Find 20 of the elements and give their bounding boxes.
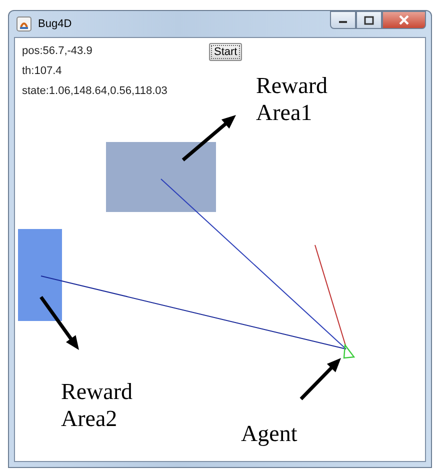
close-icon <box>398 15 410 25</box>
maximize-icon <box>364 16 374 24</box>
start-button[interactable]: Start <box>209 43 242 61</box>
close-button[interactable] <box>382 11 426 29</box>
minimize-button[interactable] <box>330 11 356 29</box>
app-icon <box>16 16 32 32</box>
annotation-label: Reward <box>256 72 328 99</box>
readout-text: th:107.4 <box>22 64 63 78</box>
agent-triangle <box>343 343 356 359</box>
arrow <box>182 115 236 162</box>
window-title: Bug4D <box>38 18 72 30</box>
maximize-button[interactable] <box>356 11 382 29</box>
annotation-label: Area1 <box>256 99 314 126</box>
annotation-label: Agent <box>241 420 298 447</box>
readout-text: pos:56.7,-43.9 <box>22 44 94 58</box>
annotation-label: Area2 <box>61 405 118 432</box>
readout-text: state:1.06,148.64,0.56,118.03 <box>22 84 168 98</box>
annotation-label: Reward <box>61 378 133 405</box>
arrow <box>40 296 79 350</box>
arrow <box>300 358 341 400</box>
